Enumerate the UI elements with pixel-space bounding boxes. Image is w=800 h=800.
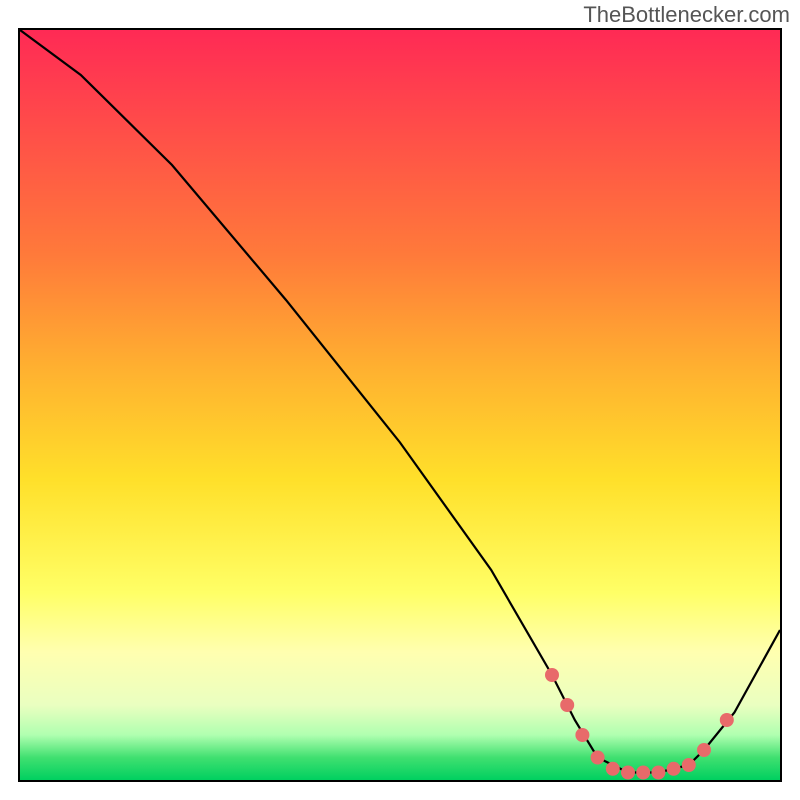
marker-dot — [651, 766, 665, 780]
chart-container: TheBottlenecker.com — [0, 0, 800, 800]
marker-dot — [720, 713, 734, 727]
marker-dot — [560, 698, 574, 712]
watermark-text: TheBottlenecker.com — [583, 2, 790, 28]
marker-dot — [697, 743, 711, 757]
marker-dot — [682, 758, 696, 772]
curve-line — [20, 30, 780, 773]
marker-dot — [621, 766, 635, 780]
marker-dot — [636, 766, 650, 780]
marker-dot — [667, 762, 681, 776]
marker-dot — [545, 668, 559, 682]
plot-area — [18, 28, 782, 782]
marker-dot — [606, 762, 620, 776]
chart-svg — [20, 30, 780, 780]
curve-markers — [545, 668, 734, 780]
marker-dot — [575, 728, 589, 742]
marker-dot — [591, 751, 605, 765]
